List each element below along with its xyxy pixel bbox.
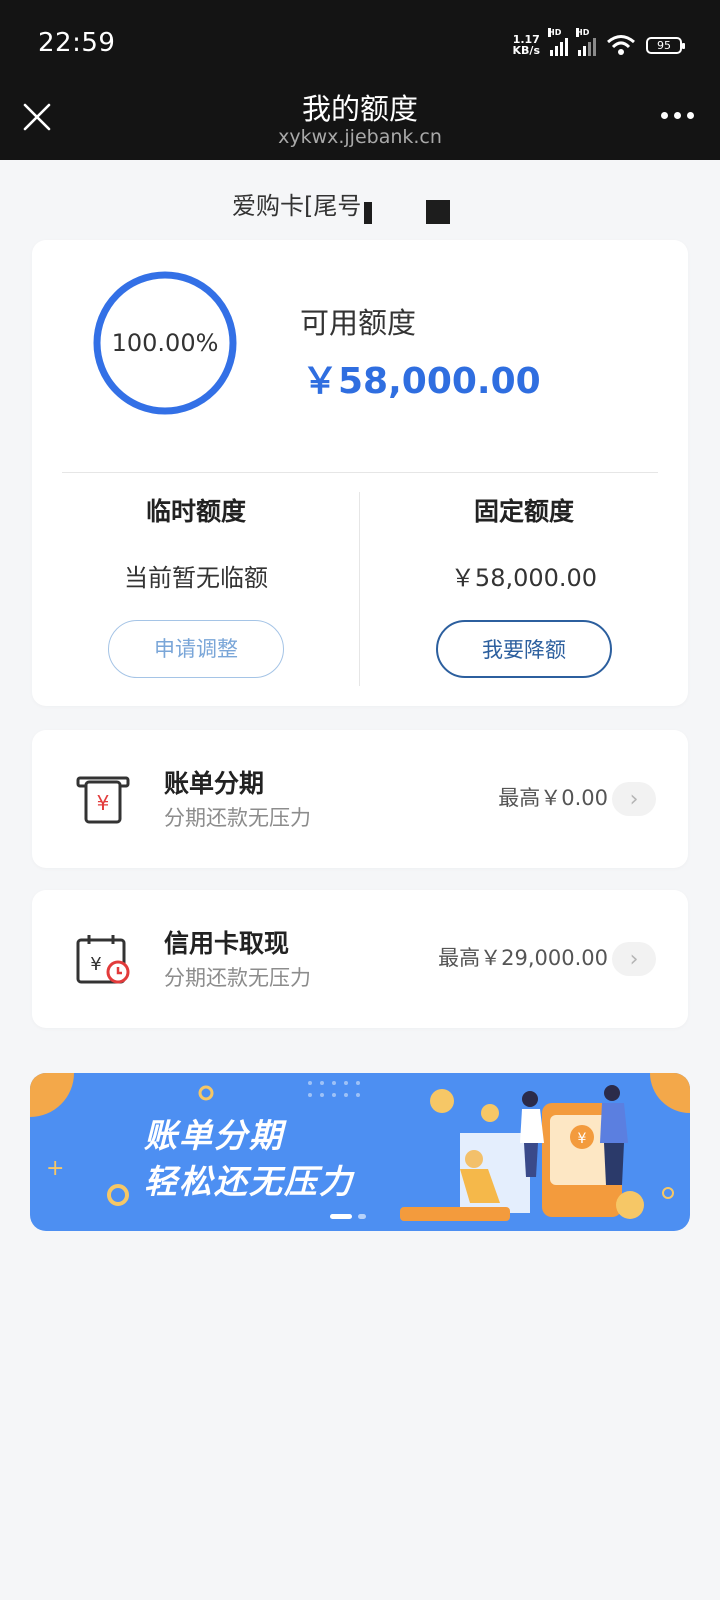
banner-subheadline: 轻松还无压力	[144, 1162, 354, 1201]
redaction-mask	[426, 200, 450, 224]
card-name: 爱购卡[尾号	[232, 192, 362, 220]
page-title: 我的额度	[301, 92, 418, 126]
divider	[62, 472, 658, 473]
redaction-mask	[364, 202, 372, 224]
svg-text:¥: ¥	[90, 954, 101, 975]
usage-percent: 100.00%	[111, 329, 219, 357]
available-label: 可用额度	[300, 306, 417, 340]
svg-text:¥: ¥	[97, 791, 110, 815]
battery-icon: 95	[646, 36, 685, 54]
installment-icon: ¥	[76, 776, 130, 824]
service-subtitle: 分期还款无压力	[164, 806, 311, 830]
page-url: xykwx.jjebank.cn	[278, 126, 442, 148]
cash-advance-icon: ¥	[76, 935, 130, 984]
temporary-quota-title: 临时额度	[145, 497, 246, 526]
service-title: 账单分期	[164, 769, 265, 798]
quota-card: 100.00% 可用额度 ￥58,000.00 临时额度 当前暂无临额 申请调整…	[32, 240, 688, 706]
reduce-quota-button[interactable]: 我要降额	[436, 620, 612, 678]
chevron-right-icon[interactable]: ›	[612, 782, 656, 816]
service-title: 信用卡取现	[164, 929, 290, 958]
apply-adjust-button[interactable]: 申请调整	[108, 620, 284, 678]
service-max: 最高￥0.00	[498, 786, 608, 810]
fixed-quota-title: 固定额度	[473, 497, 574, 526]
temporary-quota-value: 当前暂无临额	[124, 564, 268, 592]
fixed-quota-value: ￥58,000.00	[450, 564, 598, 592]
nav-bar: 我的额度 xykwx.jjebank.cn	[0, 92, 720, 160]
available-amount: ￥58,000.00	[302, 361, 541, 402]
temporary-quota: 临时额度 当前暂无临额 申请调整	[32, 492, 360, 678]
network-speed: 1.17 KB/s	[512, 33, 540, 57]
signal-icon: HD	[548, 28, 568, 56]
banner-pagination	[330, 1214, 366, 1219]
signal-icon-2: HD	[576, 28, 596, 56]
chevron-right-icon[interactable]: ›	[612, 942, 656, 976]
more-icon[interactable]	[661, 112, 694, 119]
installment-row[interactable]: ¥ 账单分期 分期还款无压力 最高￥0.00 ›	[32, 730, 688, 868]
svg-text:¥: ¥	[578, 1131, 587, 1147]
banner-illustration: + ¥	[30, 1073, 690, 1221]
promo-banner[interactable]: + ¥ 账单分期 轻松还无压力	[30, 1073, 690, 1231]
status-icons: 1.17 KB/s HD HD 95	[512, 28, 685, 60]
status-time: 22:59	[38, 28, 116, 58]
service-subtitle: 分期还款无压力	[164, 966, 311, 990]
wifi-icon	[607, 35, 635, 55]
service-max: 最高￥29,000.00	[438, 946, 608, 970]
fixed-quota: 固定额度 ￥58,000.00 我要降额	[360, 492, 688, 678]
banner-headline: 账单分期	[144, 1116, 284, 1155]
cash-advance-row[interactable]: ¥ 信用卡取现 分期还款无压力 最高￥29,000.00 ›	[32, 890, 688, 1028]
svg-text:+: +	[46, 1156, 64, 1181]
status-bar: 22:59 1.17 KB/s HD HD 95	[0, 0, 720, 92]
